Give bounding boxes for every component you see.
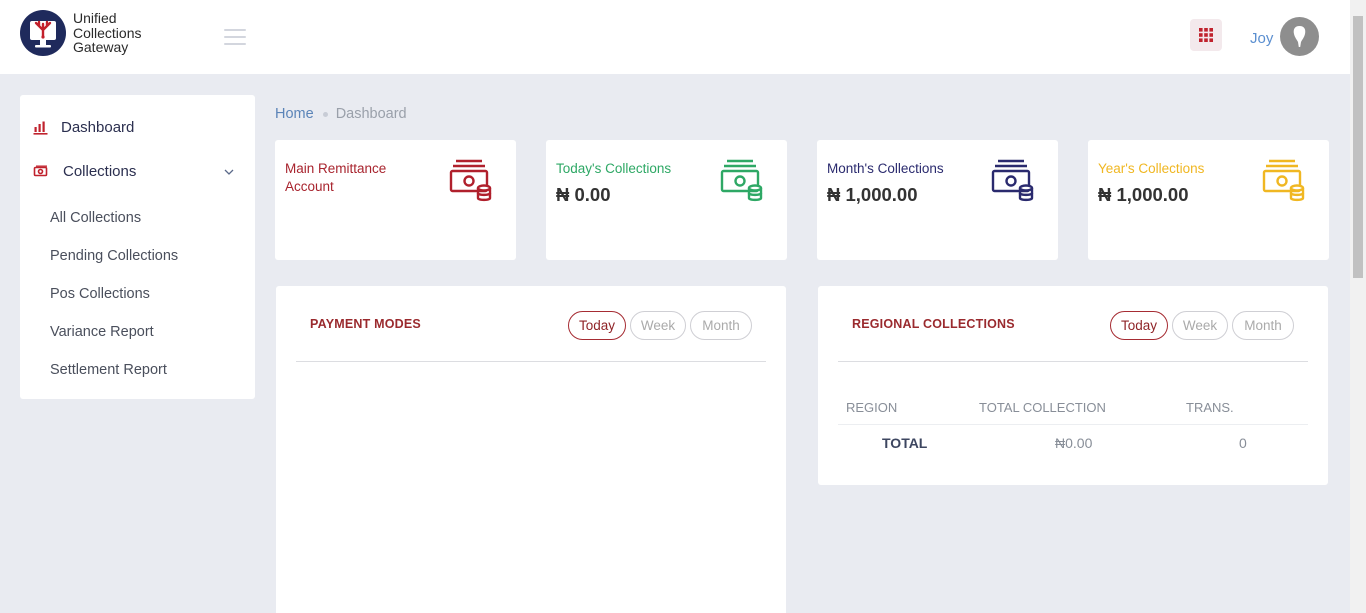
apps-grid-icon xyxy=(1199,28,1213,42)
card-value: ₦ 1,000.00 xyxy=(1098,184,1189,205)
sidebar-subitem-settlement-report[interactable]: Settlement Report xyxy=(50,362,167,378)
filter-today-button[interactable]: Today xyxy=(1110,311,1168,340)
filter-month-button[interactable]: Month xyxy=(690,311,752,340)
sidebar-subitem-variance-report[interactable]: Variance Report xyxy=(50,324,154,340)
total-row-count: 0 xyxy=(1239,435,1247,451)
panel-divider xyxy=(296,361,766,362)
total-row-amount: ₦0.00 xyxy=(1055,435,1093,451)
filter-week-button[interactable]: Week xyxy=(1172,311,1228,340)
bar-chart-icon xyxy=(33,121,48,135)
panel-divider xyxy=(838,361,1308,362)
card-title: Month's Collections xyxy=(827,161,944,176)
top-header: Unified Collections Gateway Joy xyxy=(0,0,1350,74)
table-header-divider xyxy=(838,424,1308,425)
breadcrumb: Home Dashboard xyxy=(275,106,407,122)
filter-week-button[interactable]: Week xyxy=(630,311,686,340)
brand-line-1: Unified xyxy=(73,10,117,27)
card-title: Year's Collections xyxy=(1098,161,1205,176)
card-todays-collections: Today's Collections ₦ 0.00 xyxy=(546,140,787,260)
sidebar-item-label: Dashboard xyxy=(61,118,135,136)
card-title: Today's Collections xyxy=(556,161,672,176)
breadcrumb-home-link[interactable]: Home xyxy=(275,106,314,122)
card-value: ₦ 1,000.00 xyxy=(827,184,918,205)
ucg-logo-icon xyxy=(20,10,66,56)
card-main-remittance: Main Remittance Account xyxy=(275,140,516,260)
sidebar-item-dashboard[interactable]: Dashboard xyxy=(20,107,255,147)
menu-icon-bar xyxy=(224,29,246,31)
column-header-total-collection: TOTAL COLLECTION xyxy=(979,400,1106,415)
brand-logo[interactable]: Unified Collections Gateway xyxy=(19,9,141,57)
sidebar-subitem-all-collections[interactable]: All Collections xyxy=(50,210,141,226)
user-avatar[interactable] xyxy=(1280,17,1319,56)
sidebar-subitem-pending-collections[interactable]: Pending Collections xyxy=(50,248,178,264)
sidebar-item-collections[interactable]: Collections xyxy=(20,151,255,191)
panel-title: PAYMENT MODES xyxy=(310,317,421,331)
breadcrumb-current: Dashboard xyxy=(335,106,407,122)
total-row-label: TOTAL xyxy=(882,435,928,451)
menu-icon-bar xyxy=(224,36,246,38)
brand-line-2: Collections xyxy=(73,24,142,41)
card-value: ₦ 0.00 xyxy=(556,184,611,205)
chevron-down-icon xyxy=(224,169,234,175)
user-silhouette-icon xyxy=(1293,26,1306,47)
brand-name: Unified Collections Gateway xyxy=(73,11,141,55)
scrollbar-thumb[interactable] xyxy=(1353,16,1363,278)
payment-modes-panel: PAYMENT MODES Today Week Month xyxy=(276,286,786,613)
sidebar-item-label: Collections xyxy=(63,162,137,180)
page-scrollbar[interactable] xyxy=(1350,0,1366,613)
sidebar: Dashboard Collections All Collections Pe… xyxy=(20,95,255,399)
money-stack-icon xyxy=(991,159,1034,202)
card-title: Main Remittance Account xyxy=(285,161,387,194)
card-months-collections: Month's Collections ₦ 1,000.00 xyxy=(817,140,1058,260)
column-header-region: REGION xyxy=(846,400,898,415)
sidebar-subitem-pos-collections[interactable]: Pos Collections xyxy=(50,286,150,302)
menu-toggle-button[interactable] xyxy=(224,29,246,45)
brand-line-3: Gateway xyxy=(73,39,129,56)
money-stack-icon xyxy=(449,159,492,202)
money-stack-icon xyxy=(720,159,763,202)
regional-collections-panel: REGIONAL COLLECTIONS Today Week Month RE… xyxy=(818,286,1328,485)
panel-title: REGIONAL COLLECTIONS xyxy=(852,317,1015,331)
money-icon xyxy=(33,165,48,177)
breadcrumb-separator xyxy=(322,111,328,117)
apps-grid-button[interactable] xyxy=(1190,19,1222,51)
menu-icon-bar xyxy=(224,43,246,45)
money-stack-icon xyxy=(1262,159,1305,202)
filter-today-button[interactable]: Today xyxy=(568,311,626,340)
user-name[interactable]: Joy xyxy=(1250,30,1273,47)
column-header-trans: TRANS. xyxy=(1186,400,1234,415)
card-years-collections: Year's Collections ₦ 1,000.00 xyxy=(1088,140,1329,260)
filter-month-button[interactable]: Month xyxy=(1232,311,1294,340)
